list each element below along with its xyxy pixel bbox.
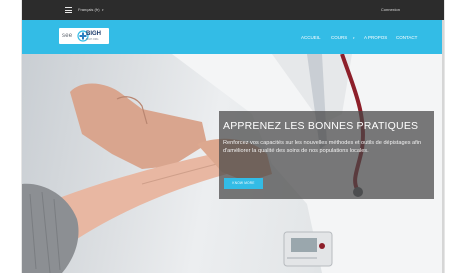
top-bar: Français (fr) ▾ Connexion xyxy=(22,0,444,20)
login-link[interactable]: Connexion xyxy=(381,7,400,13)
know-more-button[interactable]: KNOW MORE xyxy=(224,178,263,189)
nav-item-a-propos[interactable]: A PROPOS xyxy=(364,35,387,41)
chevron-down-icon[interactable]: ▾ xyxy=(353,35,355,41)
nav-item-accueil[interactable]: ACCUEIL xyxy=(301,35,321,41)
logo-see-text: see xyxy=(62,33,73,39)
hero-title: APPRENEZ LES BONNES PRATIQUES xyxy=(223,120,419,132)
logo-name: BIGH xyxy=(86,31,101,37)
language-selector[interactable]: Français (fr) xyxy=(78,7,100,13)
browser-viewport: Français (fr) ▾ Connexion see BIGH BIGH.… xyxy=(21,0,445,273)
hero-overlay: APPRENEZ LES BONNES PRATIQUES Renforcez … xyxy=(219,111,434,199)
hero-description: Renforcez vos capacités sur les nouvelle… xyxy=(223,140,422,155)
nav-item-contact[interactable]: CONTACT xyxy=(396,35,417,41)
menu-icon[interactable] xyxy=(65,7,72,13)
site-logo[interactable]: see BIGH BIGH.ORG xyxy=(59,28,109,44)
page-scrollbar[interactable] xyxy=(442,20,444,273)
logo-tagline: BIGH.ORG xyxy=(86,38,99,41)
chevron-down-icon[interactable]: ▾ xyxy=(102,7,104,13)
main-navbar: see BIGH BIGH.ORG ACCUEIL COURS ▾ A PROP… xyxy=(22,20,444,54)
nav-item-cours[interactable]: COURS xyxy=(331,35,347,41)
hero-banner: APPRENEZ LES BONNES PRATIQUES Renforcez … xyxy=(22,54,444,273)
